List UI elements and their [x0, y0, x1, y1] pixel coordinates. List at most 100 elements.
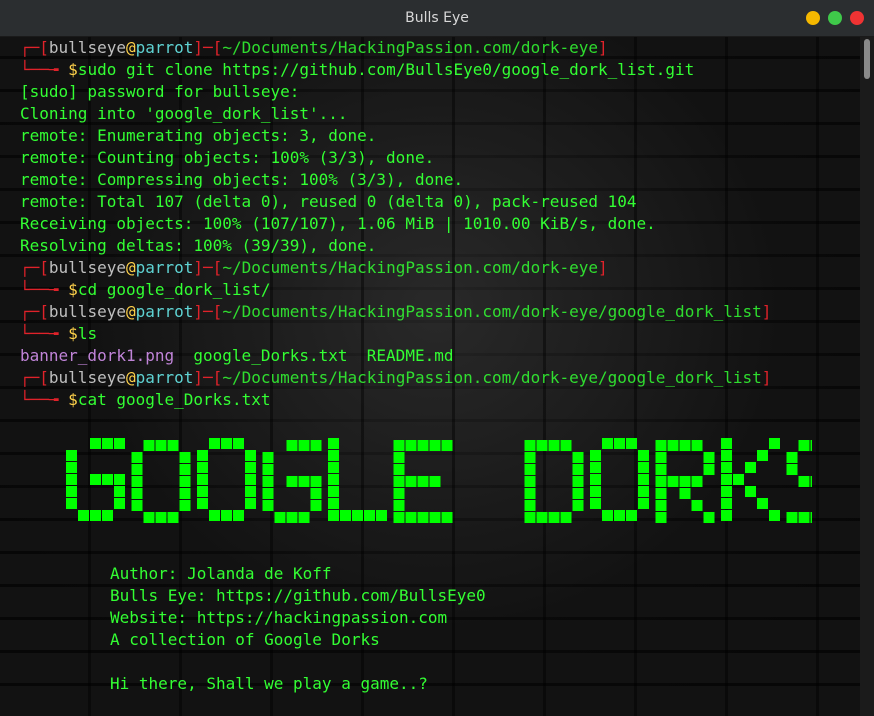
banner-pixel — [691, 500, 703, 511]
banner-pixel — [66, 462, 77, 473]
command-text: sudo git clone https://github.com/BullsE… — [77, 60, 695, 79]
prompt-user: bullseye — [48, 38, 126, 57]
command-line: └──╼ $ls — [20, 323, 771, 345]
banner-pixel — [405, 512, 417, 523]
banner-pixel — [679, 488, 691, 499]
close-button[interactable] — [850, 11, 864, 25]
dork-info-text: Author: Jolanda de Koff Bulls Eye: https:… — [110, 563, 486, 695]
banner-pixel — [798, 440, 810, 451]
output-line: [sudo] password for bullseye: — [20, 82, 300, 101]
banner-pixel — [352, 510, 363, 521]
info-line: A collection of Google Dorks — [110, 630, 380, 649]
output-line: remote: Compressing objects: 100% (3/3),… — [20, 170, 464, 189]
banner-pixel — [560, 512, 572, 523]
scroll-thumb[interactable] — [864, 39, 870, 79]
banner-pixel — [786, 464, 798, 475]
banner-pixel — [638, 474, 649, 485]
banner-pixel — [745, 486, 756, 497]
banner-pixel — [417, 440, 429, 451]
banner-pixel — [721, 474, 732, 485]
terminal-output[interactable]: ┌─[bullseye@parrot]─[~/Documents/Hacking… — [20, 37, 771, 411]
banner-pixel — [798, 512, 810, 523]
banner-letter — [786, 440, 812, 523]
banner-pixel — [572, 476, 584, 487]
banner-pixel — [262, 452, 274, 463]
prompt-bracket: ]─[ — [193, 368, 223, 387]
banner-pixel — [114, 474, 125, 485]
output-line: remote: Enumerating objects: 3, done. — [20, 126, 377, 145]
banner-letter — [524, 440, 584, 523]
banner-pixel — [548, 440, 560, 451]
scrollbar[interactable] — [860, 37, 874, 716]
banner-pixel — [524, 512, 536, 523]
banner-pixel — [197, 474, 208, 485]
banner-pixel — [131, 452, 143, 463]
minimize-button[interactable] — [806, 11, 820, 25]
banner-pixel — [441, 440, 453, 451]
prompt-user: bullseye — [48, 258, 126, 277]
banner-pixel — [691, 440, 703, 451]
banner-pixel — [328, 438, 339, 449]
banner-pixel — [655, 512, 667, 523]
banner-pixel — [90, 438, 101, 449]
command-line: └──╼ $cat google_Dorks.txt — [20, 389, 771, 411]
banner-pixel — [572, 464, 584, 475]
banner-pixel — [102, 438, 113, 449]
prompt-bracket: ┌─[ — [20, 368, 49, 387]
banner-pixel — [310, 500, 322, 511]
banner-pixel — [90, 510, 101, 521]
banner-pixel — [798, 476, 810, 487]
banner-pixel — [655, 488, 667, 499]
banner-pixel — [405, 476, 417, 487]
title-bar[interactable]: Bulls Eye — [0, 0, 874, 37]
banner-pixel — [143, 512, 155, 523]
prompt-path: ~/Documents/HackingPassion.com/dork-eye — [222, 38, 598, 57]
banner-pixel — [286, 440, 298, 451]
banner-pixel — [131, 488, 143, 499]
banner-pixel — [655, 464, 667, 475]
banner-pixel — [721, 486, 732, 497]
banner-pixel — [757, 498, 768, 509]
prompt-user: bullseye — [48, 368, 126, 387]
file-name: README.md — [366, 346, 454, 365]
banner-pixel — [310, 476, 322, 487]
banner-letter — [328, 438, 387, 521]
banner-pixel — [393, 476, 405, 487]
banner-pixel — [667, 440, 679, 451]
banner-pixel — [393, 464, 405, 475]
banner-pixel — [655, 440, 667, 451]
prompt-path: ~/Documents/HackingPassion.com/dork-eye — [222, 258, 598, 277]
banner-pixel — [155, 440, 167, 451]
info-line — [110, 651, 486, 673]
banner-pixel — [179, 488, 191, 499]
banner-pixel — [536, 440, 548, 451]
banner-pixel — [405, 440, 417, 451]
banner-pixel — [328, 450, 339, 461]
command-text: cd google_dork_list/ — [77, 280, 271, 299]
banner-pixel — [393, 452, 405, 463]
banner-pixel — [262, 488, 274, 499]
banner-pixel — [262, 464, 274, 475]
google-dorks-banner — [66, 438, 812, 523]
terminal-window: Bulls Eye ┌─[bullseye@parrot]─[~/Documen… — [0, 0, 874, 716]
prompt-bracket: ]─[ — [193, 258, 223, 277]
prompt-bracket: ] — [761, 368, 772, 387]
banner-pixel — [245, 450, 256, 461]
banner-pixel — [393, 440, 405, 451]
banner-pixel — [536, 512, 548, 523]
info-line: Bulls Eye: https://github.com/BullsEye0 — [110, 586, 486, 605]
maximize-button[interactable] — [828, 11, 842, 25]
banner-pixel — [429, 476, 441, 487]
banner-pixel — [114, 498, 125, 509]
output-line: Cloning into 'google_dork_list'... — [20, 104, 348, 123]
prompt-bracket: ┌─[ — [20, 302, 49, 321]
output-line: remote: Total 107 (delta 0), reused 0 (d… — [20, 192, 637, 211]
banner-pixel — [393, 512, 405, 523]
banner-pixel — [393, 488, 405, 499]
prompt-arrow: └──╼ — [20, 390, 69, 409]
banner-pixel — [667, 476, 679, 487]
prompt-dollar: $ — [68, 280, 78, 299]
banner-pixel — [245, 486, 256, 497]
banner-pixel — [66, 486, 77, 497]
banner-pixel — [524, 488, 536, 499]
